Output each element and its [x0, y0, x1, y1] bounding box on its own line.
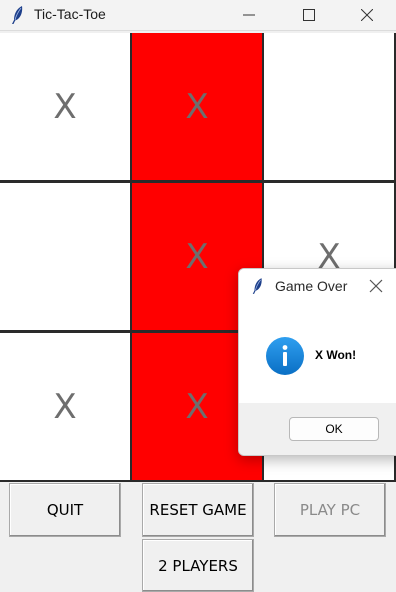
dialog-title: Game Over — [275, 278, 348, 294]
feather-icon — [251, 277, 265, 295]
maximize-button[interactable] — [286, 0, 332, 30]
quit-button[interactable]: QUIT — [9, 483, 121, 537]
board-cell-7[interactable]: X — [0, 333, 130, 480]
minimize-icon — [243, 14, 255, 16]
close-icon — [361, 9, 373, 21]
board-cell-3[interactable] — [264, 33, 394, 180]
dialog-message: X Won! — [315, 348, 357, 362]
info-icon — [265, 336, 305, 376]
feather-icon — [10, 5, 26, 25]
game-over-dialog: Game Over X Won! OK — [238, 268, 396, 456]
maximize-icon — [303, 9, 315, 21]
close-button[interactable] — [344, 0, 390, 30]
dialog-close-button[interactable] — [369, 279, 383, 293]
board-cell-1[interactable]: X — [0, 33, 130, 180]
window-title: Tic-Tac-Toe — [34, 6, 106, 22]
window-titlebar: Tic-Tac-Toe — [0, 0, 396, 31]
board-cell-4[interactable] — [0, 183, 130, 330]
dialog-footer: OK — [239, 403, 396, 455]
dialog-titlebar: Game Over — [239, 269, 396, 303]
ok-button[interactable]: OK — [289, 417, 379, 441]
play-pc-button[interactable]: PLAY PC — [274, 483, 386, 537]
minimize-button[interactable] — [226, 0, 272, 30]
close-icon — [369, 279, 383, 293]
two-players-button[interactable]: 2 PLAYERS — [142, 539, 254, 592]
reset-game-button[interactable]: RESET GAME — [142, 483, 254, 537]
board-cell-2[interactable]: X — [132, 33, 262, 180]
